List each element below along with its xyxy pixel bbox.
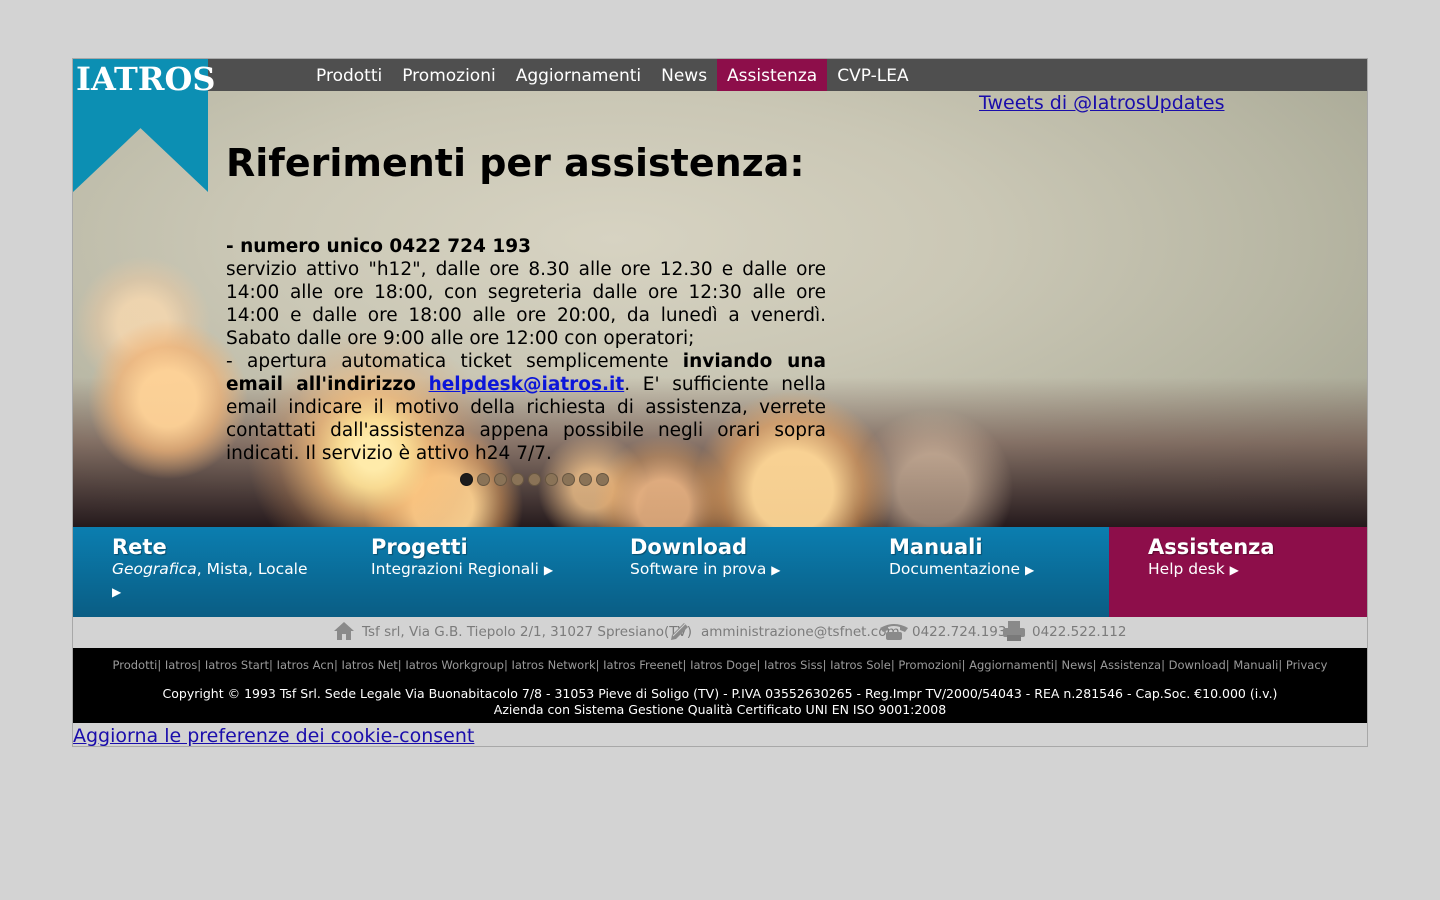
footer-link[interactable]: Iatros <box>165 658 197 672</box>
tile-title: Assistenza <box>1148 535 1275 559</box>
contact-fax: 0422.522.112 <box>1032 624 1127 640</box>
tile-title: Manuali <box>889 535 983 559</box>
footer-link[interactable]: Iatros Start <box>205 658 269 672</box>
home-icon <box>334 622 354 640</box>
nav-item-news[interactable]: News <box>651 59 717 91</box>
tile-assistenza[interactable]: Assistenza Help desk ▶ <box>1109 527 1367 617</box>
nav-item-prodotti[interactable]: Prodotti <box>306 59 392 91</box>
tweets-link[interactable]: Tweets di @IatrosUpdates <box>979 92 1224 114</box>
footer-links: Prodotti| Iatros| Iatros Start| Iatros A… <box>73 658 1367 672</box>
slider-dot[interactable] <box>562 473 575 486</box>
footer-link-separator: | <box>595 658 604 672</box>
phone-icon <box>880 624 908 640</box>
tile-subtitle-italic: Geografica <box>112 560 197 578</box>
tile-subtitle: , Mista, Locale <box>196 560 308 578</box>
slider-dots <box>460 473 609 486</box>
footer-link-separator: | <box>1092 658 1101 672</box>
contact-bar: Tsf srl, Via G.B. Tiepolo 2/1, 31027 Spr… <box>73 617 1367 648</box>
tile-download[interactable]: Download Software in prova ▶ <box>591 527 850 617</box>
tile-manuali[interactable]: Manuali Documentazione ▶ <box>850 527 1109 617</box>
footer-link[interactable]: Iatros Siss <box>764 658 823 672</box>
ticket-prefix: - apertura automatica ticket semplicemen… <box>226 351 683 372</box>
contact-phone: 0422.724.193 <box>912 624 1007 640</box>
tile-rete[interactable]: Rete Geografica, Mista, Locale ▶ <box>73 527 332 617</box>
slider-dot[interactable] <box>460 473 473 486</box>
page-container: IATROS Prodotti Promozioni Aggiornamenti… <box>72 58 1368 747</box>
footer-link[interactable]: Iatros Net <box>341 658 397 672</box>
footer-link[interactable]: Aggiornamenti <box>969 658 1054 672</box>
triangle-right-icon: ▶ <box>1229 563 1239 577</box>
contact-address: Tsf srl, Via G.B. Tiepolo 2/1, 31027 Spr… <box>362 624 693 640</box>
footer-link[interactable]: Iatros Sole <box>830 658 891 672</box>
support-info: - numero unico 0422 724 193 servizio att… <box>226 235 826 465</box>
triangle-right-icon: ▶ <box>543 563 554 577</box>
footer-link-separator: | <box>756 658 764 672</box>
slider-dot[interactable] <box>511 473 524 486</box>
footer-link-separator: | <box>1278 658 1286 672</box>
footer-link-separator: | <box>157 658 165 672</box>
phone-line: - numero unico 0422 724 193 <box>226 236 531 257</box>
footer-link[interactable]: Privacy <box>1286 658 1328 672</box>
slider-dot[interactable] <box>545 473 558 486</box>
slider-dot[interactable] <box>477 473 490 486</box>
triangle-right-icon: ▶ <box>771 563 781 577</box>
hero-banner: IATROS Prodotti Promozioni Aggiornamenti… <box>73 59 1367 527</box>
footer-link[interactable]: Manuali <box>1233 658 1278 672</box>
triangle-right-icon: ▶ <box>1025 563 1035 577</box>
slider-dot[interactable] <box>494 473 507 486</box>
pencil-icon <box>671 623 688 640</box>
footer-link-separator: | <box>961 658 970 672</box>
main-nav: Prodotti Promozioni Aggiornamenti News A… <box>306 59 919 91</box>
footer-link-separator: | <box>269 658 277 672</box>
cookie-preferences-link[interactable]: Aggiorna le preferenze dei cookie-consen… <box>73 725 474 747</box>
tile-subtitle: Help desk <box>1148 560 1225 578</box>
triangle-right-icon: ▶ <box>112 585 122 599</box>
footer-link[interactable]: Iatros Freenet <box>603 658 682 672</box>
footer-link-separator: | <box>1161 658 1169 672</box>
tile-subtitle: Integrazioni Regionali <box>371 560 539 578</box>
tile-title: Rete <box>112 535 167 559</box>
nav-item-assistenza[interactable]: Assistenza <box>717 59 828 91</box>
slider-dot[interactable] <box>596 473 609 486</box>
quality-certification: Azienda con Sistema Gestione Qualità Cer… <box>493 702 947 717</box>
service-text: servizio attivo "h12", dalle ore 8.30 al… <box>226 259 826 349</box>
footer-link[interactable]: Iatros Doge <box>690 658 756 672</box>
footer-link[interactable]: Prodotti <box>113 658 158 672</box>
logo-text[interactable]: IATROS <box>76 61 215 97</box>
nav-item-cvp-lea[interactable]: CVP-LEA <box>827 59 918 91</box>
footer-link[interactable]: Assistenza <box>1100 658 1161 672</box>
feature-tiles: Rete Geografica, Mista, Locale ▶ Progetti… <box>73 527 1367 617</box>
footer-link[interactable]: News <box>1061 658 1092 672</box>
footer-link[interactable]: Iatros Acn <box>277 658 334 672</box>
footer-link-separator: | <box>197 658 205 672</box>
nav-item-promozioni[interactable]: Promozioni <box>392 59 505 91</box>
footer-link[interactable]: Promozioni <box>898 658 961 672</box>
contact-email[interactable]: amministrazione@tsfnet.com <box>701 623 900 641</box>
tile-title: Download <box>630 535 748 559</box>
slider-dot[interactable] <box>528 473 541 486</box>
footer: Prodotti| Iatros| Iatros Start| Iatros A… <box>73 648 1367 723</box>
copyright-text: Copyright © 1993 Tsf Srl. Sede Legale Vi… <box>162 686 1278 701</box>
slider-dot[interactable] <box>579 473 592 486</box>
footer-link[interactable]: Iatros Workgroup <box>405 658 504 672</box>
page-title: Riferimenti per assistenza: <box>226 141 805 185</box>
tile-title: Progetti <box>371 535 468 559</box>
footer-link-separator: | <box>682 658 691 672</box>
footer-link[interactable]: Download <box>1169 658 1226 672</box>
footer-link-separator: | <box>822 658 831 672</box>
footer-link[interactable]: Iatros Network <box>511 658 595 672</box>
nav-item-aggiornamenti[interactable]: Aggiornamenti <box>506 59 651 91</box>
tile-progetti[interactable]: Progetti Integrazioni Regionali ▶ <box>332 527 591 617</box>
tile-subtitle: Software in prova <box>630 560 767 578</box>
helpdesk-email-link[interactable]: helpdesk@iatros.it <box>429 374 625 395</box>
fax-icon <box>1003 621 1025 641</box>
tile-subtitle: Documentazione <box>889 560 1021 578</box>
